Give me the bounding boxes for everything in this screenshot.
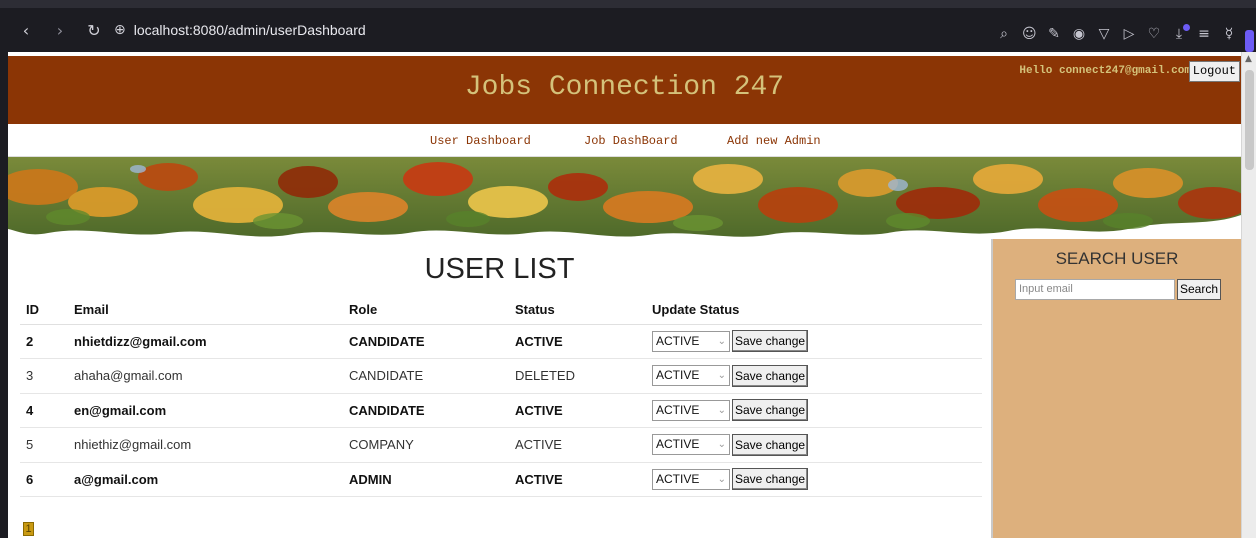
cell-email: nhietdizz@gmail.com — [68, 324, 343, 359]
column-header-email: Email — [68, 295, 343, 325]
save-change-button[interactable]: Save change — [732, 330, 809, 353]
table-row: 3 ahaha@gmail.com CANDIDATE DELETED ACTI… — [20, 358, 982, 394]
cell-status: ACTIVE — [509, 393, 646, 428]
nav-user-dashboard[interactable]: User Dashboard — [430, 134, 531, 148]
cell-id: 6 — [20, 462, 68, 497]
column-header-role: Role — [343, 295, 509, 325]
column-header-id: ID — [20, 295, 68, 325]
emoji-icon[interactable]: ☺ — [1022, 26, 1037, 42]
search-user-panel: SEARCH USER Input email Search — [991, 239, 1241, 538]
cell-role: COMPANY — [343, 427, 509, 463]
search-email-input[interactable]: Input email — [1015, 279, 1175, 300]
chevron-down-icon: ⌄ — [717, 404, 726, 416]
search-user-title: SEARCH USER — [1055, 249, 1179, 268]
cell-email: en@gmail.com — [68, 393, 343, 428]
cell-role: CANDIDATE — [343, 393, 509, 428]
save-change-button[interactable]: Save change — [732, 364, 809, 387]
page-viewport: Jobs Connection 247 Hello connect247@gma… — [8, 52, 1241, 538]
status-select[interactable]: ACTIVE ⌄ — [652, 399, 730, 421]
cell-status: ACTIVE — [509, 427, 646, 463]
table-row: 6 a@gmail.com ADMIN ACTIVE ACTIVE ⌄ Save c… — [20, 462, 982, 497]
chevron-down-icon: ⌄ — [717, 473, 726, 485]
cell-role: CANDIDATE — [343, 324, 509, 359]
status-select-value: ACTIVE — [656, 437, 700, 452]
cell-update-status: ACTIVE ⌄ Save change — [646, 462, 982, 497]
site-info-icon[interactable]: ⊕ — [114, 22, 126, 38]
back-icon[interactable]: ‹ — [14, 21, 38, 40]
heart-icon[interactable]: ♡ — [1147, 26, 1161, 42]
cell-status: ACTIVE — [509, 324, 646, 359]
status-select[interactable]: ACTIVE ⌄ — [652, 365, 730, 387]
leaves-banner-image — [8, 157, 1241, 237]
page-scrollbar[interactable]: ▲ — [1241, 52, 1256, 538]
site-header: Jobs Connection 247 Hello connect247@gma… — [8, 56, 1241, 124]
status-select-value: ACTIVE — [656, 402, 700, 417]
camera-icon[interactable]: ◉ — [1072, 26, 1086, 42]
cell-status: ACTIVE — [509, 462, 646, 497]
scroll-up-icon[interactable]: ▲ — [1245, 54, 1252, 64]
cell-update-status: ACTIVE ⌄ Save change — [646, 427, 982, 463]
play-icon[interactable]: ▷ — [1122, 26, 1136, 42]
cell-status: DELETED — [509, 358, 646, 394]
table-row: 5 nhiethiz@gmail.com COMPANY ACTIVE ACTI… — [20, 427, 982, 463]
user-greeting: Hello connect247@gmail.com — [1019, 65, 1191, 77]
user-table: ID Email Role Status Update Status 2 nhi… — [20, 295, 982, 497]
table-row: 2 nhietdizz@gmail.com CANDIDATE ACTIVE A… — [20, 324, 982, 359]
download-icon[interactable]: ⤓ — [1172, 24, 1190, 42]
column-header-status: Status — [509, 295, 646, 325]
url-text[interactable]: localhost:8080/admin/userDashboard — [134, 22, 366, 38]
forward-icon[interactable]: › — [48, 21, 72, 40]
menu-icon[interactable]: ≡ — [1197, 26, 1211, 42]
extension-bar: ⌕ ☺ ✎ ◉ ▽ ▷ ♡ ⤓ ≡ ☿ — [997, 16, 1236, 52]
status-select[interactable]: ACTIVE ⌄ — [652, 330, 730, 352]
table-row: 4 en@gmail.com CANDIDATE ACTIVE ACTIVE ⌄ S… — [20, 393, 982, 428]
main-nav: User Dashboard Job DashBoard Add new Adm… — [8, 124, 1241, 157]
column-header-update-status: Update Status — [646, 295, 982, 325]
search-button[interactable]: Search — [1177, 279, 1222, 300]
status-select[interactable]: ACTIVE ⌄ — [652, 434, 730, 456]
sidebar-accent — [1245, 30, 1254, 52]
cell-update-status: ACTIVE ⌄ Save change — [646, 358, 982, 394]
profile-icon[interactable]: ☿ — [1222, 26, 1236, 42]
logout-button[interactable]: Logout — [1188, 61, 1240, 82]
status-select-value: ACTIVE — [656, 471, 700, 486]
cell-email: ahaha@gmail.com — [68, 358, 343, 394]
browser-toolbar: ‹ › ↻ ⊕ localhost:8080/admin/userDashboa… — [0, 0, 1256, 52]
cell-email: nhiethiz@gmail.com — [68, 427, 343, 463]
cell-update-status: ACTIVE ⌄ Save change — [646, 324, 982, 359]
status-select[interactable]: ACTIVE ⌄ — [652, 468, 730, 490]
zoom-icon[interactable]: ⌕ — [997, 26, 1011, 42]
cell-role: ADMIN — [343, 462, 509, 497]
chevron-down-icon: ⌄ — [717, 335, 726, 347]
save-change-button[interactable]: Save change — [732, 399, 809, 422]
scrollbar-thumb[interactable] — [1245, 70, 1254, 170]
cell-update-status: ACTIVE ⌄ Save change — [646, 393, 982, 428]
status-select-value: ACTIVE — [656, 368, 700, 383]
user-list-title: USER LIST — [424, 253, 575, 285]
edit-icon[interactable]: ✎ — [1047, 26, 1061, 42]
shield-icon[interactable]: ▽ — [1097, 26, 1111, 42]
address-bar[interactable]: ⊕ localhost:8080/admin/userDashboard — [114, 15, 366, 45]
cell-email: a@gmail.com — [68, 462, 343, 497]
cell-id: 3 — [20, 358, 68, 394]
chevron-down-icon: ⌄ — [717, 439, 726, 451]
chevron-down-icon: ⌄ — [717, 370, 726, 382]
table-header-row: ID Email Role Status Update Status — [20, 295, 982, 325]
nav-job-dashboard[interactable]: Job DashBoard — [584, 134, 678, 148]
cell-role: CANDIDATE — [343, 358, 509, 394]
save-change-button[interactable]: Save change — [732, 433, 809, 456]
save-change-button[interactable]: Save change — [732, 468, 809, 491]
nav-add-admin[interactable]: Add new Admin — [727, 134, 821, 148]
status-select-value: ACTIVE — [656, 333, 700, 348]
reload-icon[interactable]: ↻ — [82, 21, 106, 40]
leaves-banner — [8, 157, 1241, 239]
pagination-page-1[interactable]: 1 — [23, 522, 34, 536]
cell-id: 2 — [20, 324, 68, 359]
cell-id: 5 — [20, 427, 68, 463]
user-list-section: USER LIST ID Email Role Status Update St… — [8, 239, 991, 538]
cell-id: 4 — [20, 393, 68, 428]
